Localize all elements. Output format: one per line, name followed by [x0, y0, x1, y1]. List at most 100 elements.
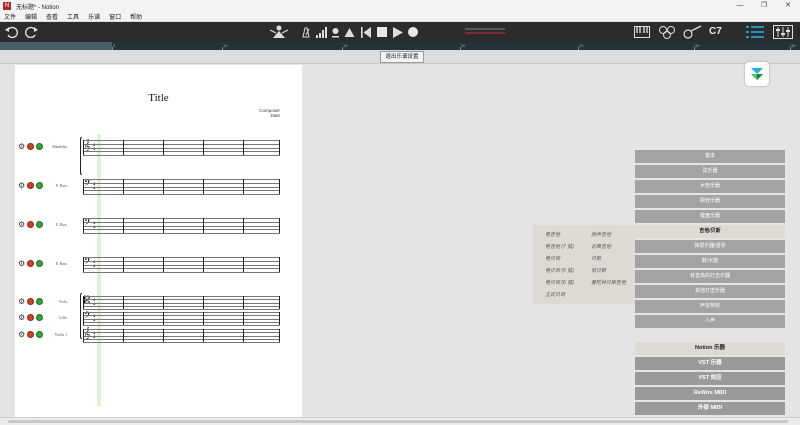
maximize-button[interactable]: ❐	[752, 0, 776, 12]
redo-icon[interactable]	[25, 26, 38, 38]
menu-view[interactable]: 查看	[46, 12, 58, 21]
external-source-item[interactable]: VST 效应	[635, 372, 785, 385]
record-arm-icon[interactable]	[27, 297, 34, 305]
staff[interactable]	[83, 329, 280, 343]
guitar-icon[interactable]	[683, 25, 703, 39]
conductor-icon[interactable]	[268, 24, 290, 40]
menu-window[interactable]: 窗口	[109, 12, 121, 21]
barline	[83, 329, 84, 342]
menu-file[interactable]: 文件	[4, 12, 16, 21]
staff-line	[83, 325, 280, 326]
gear-icon[interactable]: ⚙	[18, 142, 25, 150]
instrument-option[interactable]: 电贝司 (5 弦)	[545, 267, 574, 274]
score-title[interactable]: Title	[15, 92, 302, 104]
rewind-icon[interactable]	[361, 27, 371, 38]
category-item[interactable]: 吉他/贝斯	[635, 225, 785, 238]
external-source-item[interactable]: 外部 MIDI	[635, 402, 785, 415]
staff[interactable]	[83, 179, 280, 195]
tuner-icon[interactable]	[331, 27, 340, 38]
gear-icon[interactable]: ⚙	[18, 297, 25, 305]
instrument-option[interactable]: 电吉他	[545, 231, 560, 238]
gear-icon[interactable]: ⚙	[18, 330, 25, 338]
menu-score[interactable]: 乐谱	[88, 12, 100, 21]
instrument-name[interactable]: Violin 1	[37, 333, 67, 337]
instrument-option[interactable]: 曼陀林贝斯吉他	[591, 279, 626, 286]
instrument-name[interactable]: E. Bass	[37, 223, 67, 227]
record-arm-icon[interactable]	[27, 181, 34, 189]
menu-icon[interactable]	[746, 26, 764, 38]
staff[interactable]	[83, 296, 280, 310]
external-source-item[interactable]: VST 乐器	[635, 357, 785, 370]
instrument-option[interactable]: 原声吉他	[591, 231, 611, 238]
record-icon[interactable]	[408, 27, 418, 37]
category-item[interactable]: 声音特效	[635, 300, 785, 313]
instrument-name[interactable]: Viola	[37, 300, 67, 304]
keyboard-icon[interactable]	[634, 26, 650, 38]
horizontal-scrollbar[interactable]	[0, 417, 800, 425]
category-item[interactable]: 基本	[635, 150, 785, 163]
staff-line	[83, 221, 280, 223]
category-item[interactable]: 人声	[635, 315, 785, 328]
warning-icon[interactable]	[344, 27, 355, 38]
category-item[interactable]: 弹拨乐器/竖琴	[635, 240, 785, 253]
record-arm-icon[interactable]	[27, 220, 34, 228]
exit-score-setup-button[interactable]: 退出乐谱设置	[380, 51, 424, 63]
timeline-ruler[interactable]: 5 10 15 20 25 30 35	[0, 42, 800, 50]
gear-icon[interactable]: ⚙	[18, 220, 25, 228]
category-item[interactable]: 铜管乐器	[635, 195, 785, 208]
staff-line	[83, 309, 280, 310]
category-item[interactable]: 弦乐器	[635, 165, 785, 178]
menu-help[interactable]: 帮助	[130, 12, 142, 21]
staff[interactable]	[83, 218, 280, 234]
play-icon[interactable]	[393, 27, 403, 38]
barline	[163, 257, 164, 272]
instrument-option[interactable]: 低贝斯	[591, 267, 606, 274]
instrument-option[interactable]: 古典吉他	[591, 243, 611, 250]
volume-icon[interactable]	[315, 27, 327, 38]
date-label[interactable]: Date	[259, 113, 280, 118]
instrument-option[interactable]: 电吉他 (7 弦)	[545, 243, 574, 250]
gear-icon[interactable]: ⚙	[18, 313, 25, 321]
record-arm-icon[interactable]	[27, 330, 34, 338]
category-item[interactable]: 其他打击乐器	[635, 285, 785, 298]
instrument-option[interactable]: 电贝司	[545, 255, 560, 262]
scrollbar-thumb[interactable]	[8, 420, 788, 423]
instrument-name[interactable]: E. Bass	[37, 262, 67, 266]
category-item[interactable]: 木管乐器	[635, 180, 785, 193]
category-item[interactable]: 有音高的打击乐器	[635, 270, 785, 283]
category-item[interactable]: 键盘乐器	[635, 210, 785, 223]
staff-line	[83, 190, 280, 192]
mixer-icon[interactable]	[773, 25, 793, 39]
instrument-option[interactable]: 电贝司 (6 弦)	[545, 279, 574, 286]
staff-line	[83, 321, 280, 323]
undo-icon[interactable]	[5, 26, 18, 38]
stop-icon[interactable]	[377, 27, 387, 37]
record-arm-icon[interactable]	[27, 259, 34, 267]
notion-window: N 无标题* - Notion — ❐ ✕ 文件 编辑 查看 工具 乐谱 窗口 …	[0, 0, 800, 425]
ruler-tick: 25	[579, 43, 584, 48]
category-item[interactable]: 鼓/大鼓	[635, 255, 785, 268]
menu-tools[interactable]: 工具	[67, 12, 79, 21]
barline	[203, 140, 204, 155]
menu-edit[interactable]: 编辑	[25, 12, 37, 21]
gear-icon[interactable]: ⚙	[18, 181, 25, 189]
external-source-item[interactable]: ReWire MIDI	[635, 387, 785, 400]
staff[interactable]	[83, 257, 280, 273]
drumpad-icon[interactable]	[658, 25, 676, 39]
notion-instruments-header[interactable]: Notion 乐器	[635, 342, 785, 355]
gear-icon[interactable]: ⚙	[18, 259, 25, 267]
staff[interactable]	[83, 312, 280, 326]
instrument-name[interactable]: Mandolin	[37, 145, 67, 149]
record-arm-icon[interactable]	[27, 313, 34, 321]
record-arm-icon[interactable]	[27, 142, 34, 150]
minimize-button[interactable]: —	[728, 0, 752, 12]
metronome-icon[interactable]	[301, 27, 311, 38]
barline	[123, 218, 124, 233]
staff[interactable]	[83, 140, 280, 156]
instrument-option[interactable]: 立式贝司	[545, 291, 565, 298]
instrument-name[interactable]: E. Bass	[37, 184, 67, 188]
instrument-name[interactable]: Cello	[37, 316, 67, 320]
instrument-option[interactable]: 贝斯	[591, 255, 601, 262]
score-page[interactable]: Title Composer Date ⚙ Mandolin 𝄞 4 4 ⚙ E. Bass…	[15, 65, 302, 420]
close-button[interactable]: ✕	[776, 0, 800, 12]
